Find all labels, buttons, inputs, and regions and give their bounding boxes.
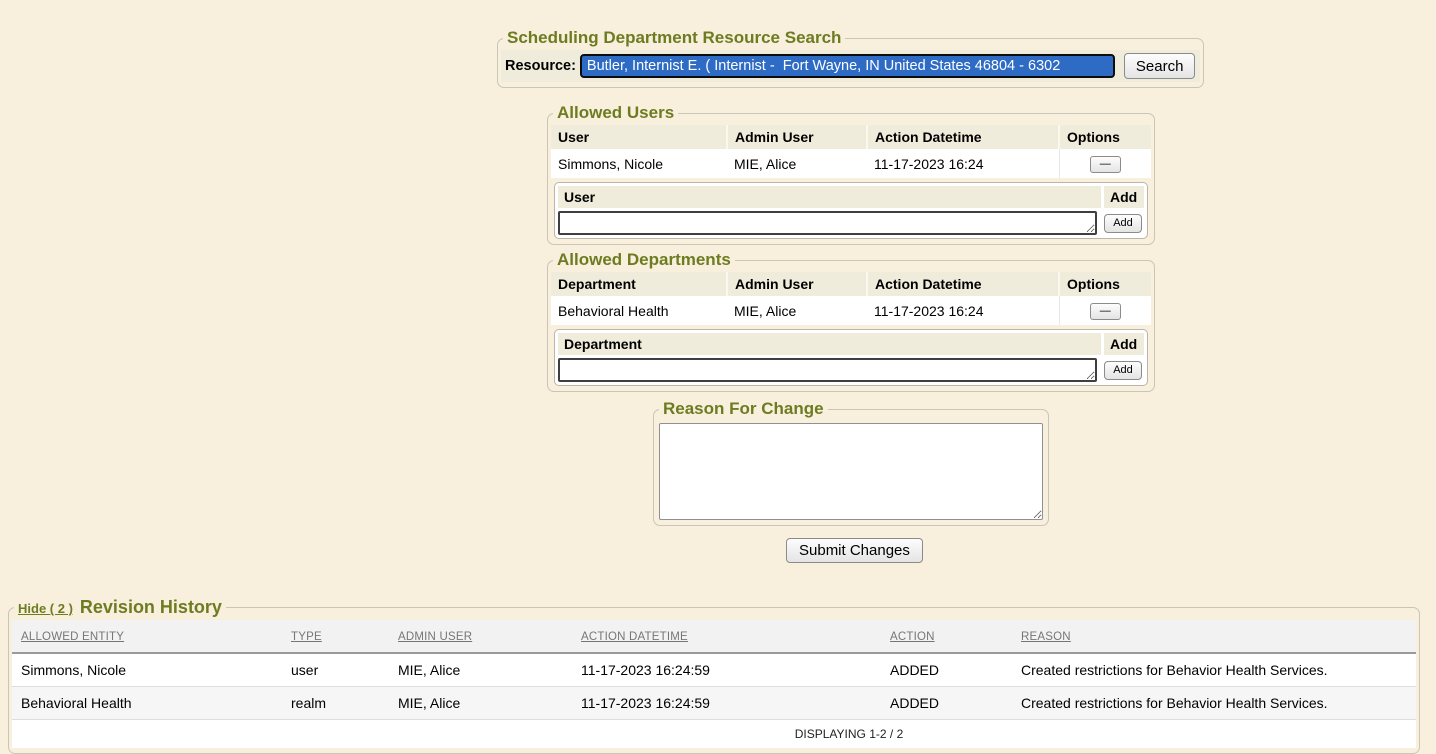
revision-type: user xyxy=(282,653,389,687)
add-department-box: Department Add Add xyxy=(554,329,1148,386)
add-user-input[interactable] xyxy=(558,211,1097,235)
allowed-users-title: Allowed Users xyxy=(553,103,678,123)
reason-textarea[interactable] xyxy=(659,423,1043,520)
allowed-department-name: Behavioral Health xyxy=(551,296,727,325)
submit-changes-button[interactable]: Submit Changes xyxy=(786,538,923,563)
revision-action: ADDED xyxy=(881,687,1012,720)
allowed-departments-section: Allowed Departments Department Admin Use… xyxy=(547,250,1155,392)
revision-datetime: 11-17-2023 16:24:59 xyxy=(572,653,881,687)
sort-action-datetime[interactable]: ACTION DATETIME xyxy=(581,631,688,643)
sort-allowed-entity[interactable]: ALLOWED ENTITY xyxy=(21,631,124,643)
allowed-user-admin: MIE, Alice xyxy=(727,149,867,178)
add-department-button[interactable]: Add xyxy=(1104,361,1142,380)
revision-row: Behavioral Health realm MIE, Alice 11-17… xyxy=(12,687,1416,720)
page: Scheduling Department Resource Search Re… xyxy=(0,0,1436,749)
allowed-department-datetime: 11-17-2023 16:24 xyxy=(867,296,1059,325)
revision-row: Simmons, Nicole user MIE, Alice 11-17-20… xyxy=(12,653,1416,687)
resource-search-section: Scheduling Department Resource Search Re… xyxy=(497,28,1204,88)
add-user-button[interactable]: Add xyxy=(1104,214,1142,233)
revision-entity: Simmons, Nicole xyxy=(12,653,282,687)
revision-admin: MIE, Alice xyxy=(389,653,572,687)
column-header-options: Options xyxy=(1059,125,1151,149)
reason-for-change-title: Reason For Change xyxy=(659,399,828,419)
revision-header-row: ALLOWED ENTITY TYPE ADMIN USER ACTION DA… xyxy=(12,620,1416,653)
add-department-row: Add xyxy=(558,358,1144,382)
revision-reason: Created restrictions for Behavior Health… xyxy=(1012,687,1416,720)
revision-admin: MIE, Alice xyxy=(389,687,572,720)
column-header-action-datetime: Action Datetime xyxy=(867,272,1059,296)
sort-reason[interactable]: REASON xyxy=(1021,631,1071,643)
column-header-admin-user: Admin User xyxy=(727,272,867,296)
resource-label: Resource: xyxy=(505,58,576,74)
sort-type[interactable]: TYPE xyxy=(291,631,322,643)
allowed-users-header-row: User Admin User Action Datetime Options xyxy=(551,125,1151,149)
resource-input[interactable] xyxy=(580,54,1115,78)
add-user-add-column-label: Add xyxy=(1104,186,1144,208)
revision-history-section: Hide ( 2 ) Revision History ALLOWED ENTI… xyxy=(8,597,1420,754)
allowed-departments-table: Department Admin User Action Datetime Op… xyxy=(551,272,1151,325)
column-header-options: Options xyxy=(1059,272,1151,296)
allowed-department-admin: MIE, Alice xyxy=(727,296,867,325)
revision-footer-row: DISPLAYING 1-2 / 2 xyxy=(12,720,1416,749)
hide-link[interactable]: Hide ( 2 ) xyxy=(18,601,73,616)
column-header-action-datetime: Action Datetime xyxy=(867,125,1059,149)
column-header-admin-user: Admin User xyxy=(727,125,867,149)
displaying-count: DISPLAYING 1-2 / 2 xyxy=(282,720,1416,749)
remove-user-button[interactable]: — xyxy=(1090,156,1121,173)
revision-history-table: ALLOWED ENTITY TYPE ADMIN USER ACTION DA… xyxy=(12,620,1416,748)
remove-department-button[interactable]: — xyxy=(1090,303,1121,320)
reason-for-change-section: Reason For Change xyxy=(653,399,1049,526)
resource-row: Resource: Search xyxy=(501,50,1200,82)
search-button[interactable]: Search xyxy=(1124,53,1196,79)
add-department-column-label: Department xyxy=(558,333,1101,355)
resource-search-title: Scheduling Department Resource Search xyxy=(503,28,845,48)
add-department-add-column-label: Add xyxy=(1104,333,1144,355)
add-user-box: User Add Add xyxy=(554,182,1148,239)
allowed-user-datetime: 11-17-2023 16:24 xyxy=(867,149,1059,178)
revision-type: realm xyxy=(282,687,389,720)
allowed-user-name: Simmons, Nicole xyxy=(551,149,727,178)
revision-datetime: 11-17-2023 16:24:59 xyxy=(572,687,881,720)
allowed-department-row: Behavioral Health MIE, Alice 11-17-2023 … xyxy=(551,296,1151,325)
sort-action[interactable]: ACTION xyxy=(890,631,935,643)
revision-history-title: Revision History xyxy=(80,597,222,618)
allowed-departments-header-row: Department Admin User Action Datetime Op… xyxy=(551,272,1151,296)
allowed-users-section: Allowed Users User Admin User Action Dat… xyxy=(547,103,1155,245)
column-header-user: User xyxy=(551,125,727,149)
add-user-column-label: User xyxy=(558,186,1101,208)
column-header-department: Department xyxy=(551,272,727,296)
revision-entity: Behavioral Health xyxy=(12,687,282,720)
revision-reason: Created restrictions for Behavior Health… xyxy=(1012,653,1416,687)
revision-footer-spacer xyxy=(12,720,282,749)
allowed-user-row: Simmons, Nicole MIE, Alice 11-17-2023 16… xyxy=(551,149,1151,178)
allowed-users-table: User Admin User Action Datetime Options … xyxy=(551,125,1151,178)
add-department-input[interactable] xyxy=(558,358,1097,382)
revision-action: ADDED xyxy=(881,653,1012,687)
revision-history-legend: Hide ( 2 ) Revision History xyxy=(14,597,226,618)
allowed-departments-title: Allowed Departments xyxy=(553,250,735,270)
add-department-header: Department Add xyxy=(558,333,1144,355)
sort-admin-user[interactable]: ADMIN USER xyxy=(398,631,472,643)
add-user-header: User Add xyxy=(558,186,1144,208)
add-user-row: Add xyxy=(558,211,1144,235)
